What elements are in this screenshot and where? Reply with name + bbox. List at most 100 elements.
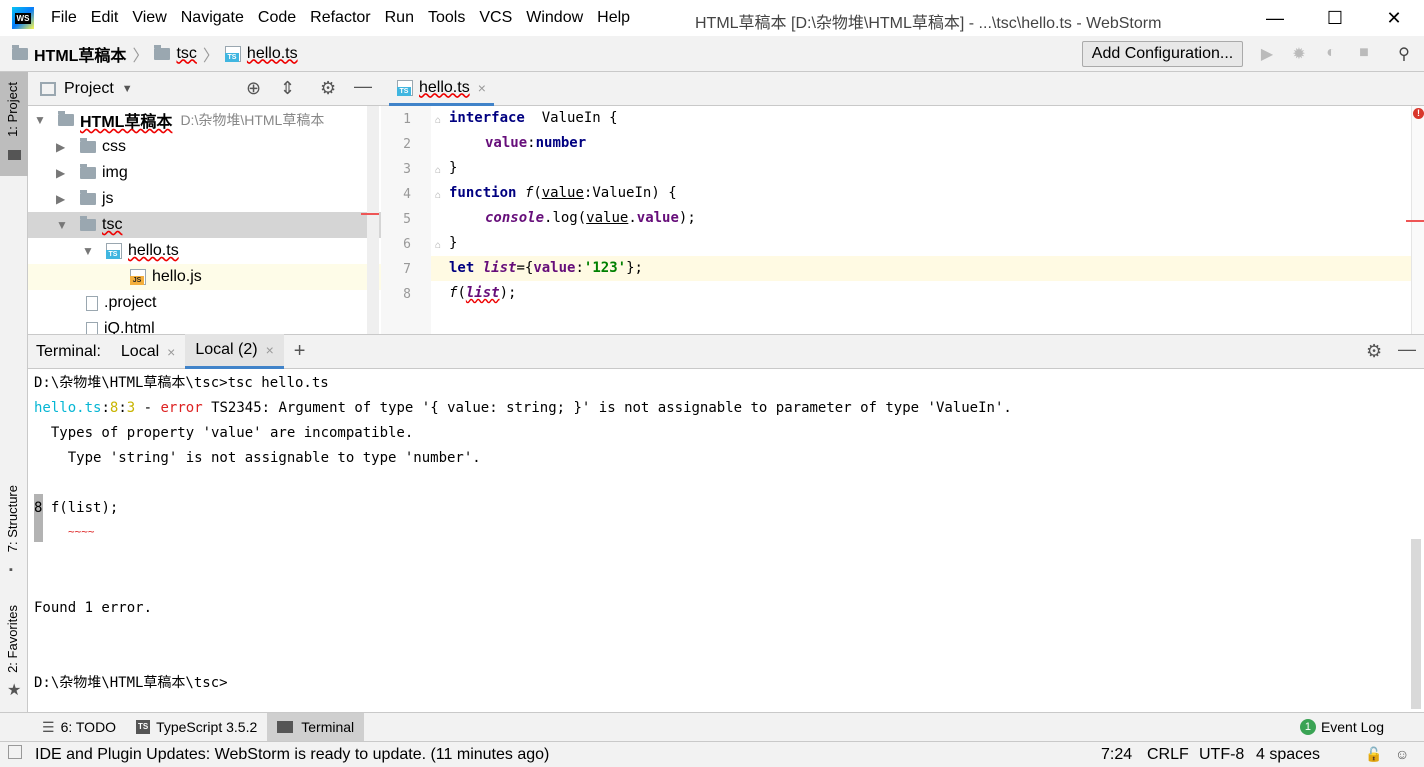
close-tab-icon[interactable]: × [266, 342, 274, 358]
close-tab-icon[interactable]: × [167, 344, 175, 360]
close-tab-icon[interactable]: × [478, 80, 486, 96]
stop-icon[interactable]: ■ [1354, 44, 1374, 64]
code-line-7: let list={value:'123'}; [449, 260, 643, 276]
tree-item-hello-ts[interactable]: ▼ TS hello.ts [28, 238, 381, 264]
coverage-icon[interactable]: ◐ [1321, 44, 1341, 64]
menu-refactor[interactable]: Refactor [310, 9, 370, 27]
folder-icon [80, 138, 96, 153]
structure-tool-tab[interactable]: 7: Structure ▪ [0, 482, 28, 582]
tab-hello-ts[interactable]: TS hello.ts × [389, 72, 494, 106]
error-marker[interactable] [1406, 220, 1424, 222]
caret-position[interactable]: 7:24 [1101, 746, 1132, 764]
menu-code[interactable]: Code [258, 9, 296, 27]
menu-edit[interactable]: Edit [91, 9, 119, 27]
terminal-label: Terminal: [36, 342, 101, 360]
menu-window[interactable]: Window [526, 9, 583, 27]
minimize-button[interactable]: — [1245, 0, 1305, 36]
menu-help[interactable]: Help [597, 9, 630, 27]
search-icon[interactable]: ⚲ [1394, 44, 1414, 64]
event-log-button[interactable]: 1 Event Log [1290, 713, 1394, 742]
chevron-down-icon[interactable]: ▼ [122, 83, 133, 95]
typescript-tool-button[interactable]: TS TypeScript 3.5.2 [126, 713, 267, 742]
line-separator[interactable]: CRLF [1147, 746, 1189, 764]
terminal-output[interactable]: D:\杂物堆\HTML草稿本\tsc>tsc hello.ts hello.ts… [28, 369, 1424, 712]
terminal-error-line: hello.ts:8:3 - error TS2345: Argument of… [34, 400, 1012, 416]
bottom-tool-bar: ☰ 6: TODO TS TypeScript 3.5.2 Terminal 1… [0, 712, 1424, 742]
tree-item-img[interactable]: ▶ img [28, 160, 381, 186]
todo-tool-button[interactable]: ☰ 6: TODO [32, 713, 126, 742]
root-path: D:\杂物堆\HTML草稿本 [180, 112, 325, 128]
add-configuration-button[interactable]: Add Configuration... [1082, 41, 1243, 67]
chevron-right-icon: ▶ [56, 166, 66, 180]
typescript-file-icon: TS [106, 243, 122, 259]
inspector-icon[interactable]: ☺ [1395, 746, 1409, 762]
tree-item-js[interactable]: ▶ js [28, 186, 381, 212]
typescript-file-icon: TS [397, 79, 413, 96]
maximize-button[interactable]: ☐ [1305, 0, 1365, 36]
file-encoding[interactable]: UTF-8 [1199, 746, 1244, 764]
menu-navigate[interactable]: Navigate [181, 9, 244, 27]
menu-vcs[interactable]: VCS [479, 9, 512, 27]
menu-file[interactable]: File [51, 9, 77, 27]
terminal-tab-local-2[interactable]: Local (2) × [185, 334, 284, 369]
terminal-line: Found 1 error. [34, 600, 153, 616]
tab-label: hello.ts [419, 78, 470, 96]
fold-icon[interactable]: ⌂ [435, 190, 441, 201]
tree-item-html-file[interactable]: iQ.html [28, 316, 381, 334]
typescript-icon: TS [136, 720, 151, 734]
tree-item-hello-js[interactable]: JS hello.js [28, 264, 381, 290]
project-tool-tab[interactable]: 1: Project [0, 72, 28, 176]
fold-icon[interactable]: ⌂ [435, 165, 441, 176]
hide-panel-icon[interactable]: — [354, 76, 372, 97]
status-bar: IDE and Plugin Updates: WebStorm is read… [0, 741, 1424, 767]
run-icon[interactable]: ▶ [1257, 44, 1277, 64]
folder-icon [154, 44, 171, 60]
project-panel-title[interactable]: Project [64, 80, 114, 98]
fold-icon[interactable]: ⌂ [435, 115, 441, 126]
gear-icon[interactable]: ⚙ [1366, 341, 1382, 362]
breadcrumb-tsc[interactable]: tsc 〉 [154, 42, 219, 66]
collapse-all-icon[interactable]: ⇕ [280, 78, 295, 99]
window-title: HTML草稿本 [D:\杂物堆\HTML草稿本] - ...\tsc\hello… [695, 15, 1162, 32]
menu-run[interactable]: Run [385, 9, 414, 27]
structure-tab-label: 7: Structure [5, 485, 20, 553]
indent-setting[interactable]: 4 spaces [1256, 746, 1320, 764]
tree-scrollbar[interactable] [367, 106, 379, 334]
error-indicator-icon[interactable]: ! [1413, 108, 1424, 119]
terminal-scrollbar[interactable] [1411, 539, 1421, 709]
debug-icon[interactable]: ✹ [1289, 44, 1309, 64]
html-file-icon [86, 321, 98, 334]
fold-icon[interactable]: ⌂ [435, 240, 441, 251]
gear-icon[interactable]: ⚙ [320, 78, 336, 99]
menu-tools[interactable]: Tools [428, 9, 465, 27]
line-number: 2 [403, 137, 411, 152]
tree-item-project-file[interactable]: .project [28, 290, 381, 316]
folder-icon [12, 44, 28, 60]
breadcrumb-file[interactable]: TS hello.ts [224, 45, 298, 63]
code-line-3: } [449, 160, 458, 176]
status-message[interactable]: IDE and Plugin Updates: WebStorm is read… [35, 746, 549, 764]
editor-error-stripe[interactable]: ! [1406, 106, 1424, 334]
code-line-2: value:number [485, 135, 587, 151]
project-tab-label: 1: Project [5, 82, 20, 137]
terminal-tab-local[interactable]: Local × [111, 334, 185, 369]
tree-item-css[interactable]: ▶ css [28, 134, 381, 160]
code-editor[interactable]: ⌂ ⌂ ⌂ ⌂ interface ValueIn { value:number… [431, 106, 1411, 334]
hide-panel-icon[interactable]: — [1398, 339, 1416, 360]
breadcrumb-project[interactable]: HTML草稿本〉 [12, 42, 148, 66]
close-window-button[interactable]: ✕ [1364, 0, 1424, 36]
project-panel-header: Project ▼ ⊕ ⇕ ⚙ — [28, 72, 381, 106]
tree-item-tsc[interactable]: ▼ tsc [28, 212, 381, 238]
toggle-tool-windows-icon[interactable] [8, 745, 22, 759]
favorites-tool-tab[interactable]: 2: Favorites ★ [0, 602, 28, 702]
line-number: 1 [403, 112, 411, 127]
lock-icon[interactable]: 🔓 [1365, 746, 1382, 763]
terminal-tool-button[interactable]: Terminal [267, 712, 365, 742]
chevron-down-icon: ▼ [34, 113, 46, 127]
favorites-tab-label: 2: Favorites [5, 605, 20, 673]
locate-icon[interactable]: ⊕ [246, 78, 261, 99]
folder-icon [80, 164, 96, 179]
new-terminal-tab-button[interactable]: + [284, 334, 316, 369]
tree-item-root[interactable]: ▼ HTML草稿本 D:\杂物堆\HTML草稿本 [28, 107, 381, 133]
menu-view[interactable]: View [132, 9, 166, 27]
